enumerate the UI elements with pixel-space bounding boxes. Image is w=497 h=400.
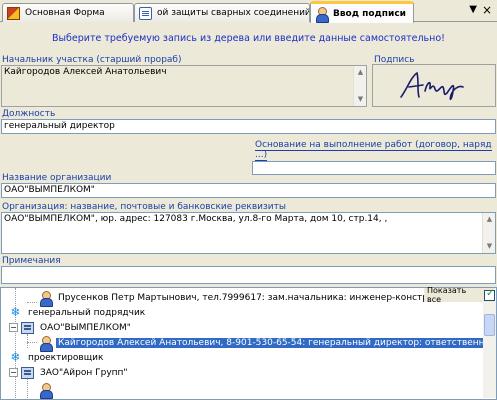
position-input[interactable]: генеральный директор [1, 119, 496, 134]
person-icon [315, 6, 329, 23]
show-all-checkbox[interactable] [484, 288, 495, 301]
position-value: генеральный директор [4, 121, 115, 131]
chief-field[interactable]: Кайгородов Алексей Анатольевич ▲ ▼ [1, 65, 367, 107]
scroll-down-icon[interactable]: ▼ [483, 240, 495, 253]
notes-input[interactable] [1, 266, 496, 284]
tree-scrollbar[interactable] [483, 302, 496, 398]
tab-menu-dropdown-icon[interactable]: ▼ [469, 4, 477, 15]
tab-weld-protection-label: ой защиты сварных соединений ( [157, 8, 310, 18]
tree-line [27, 378, 28, 399]
tree-node-person-selected[interactable]: Кайгородов Алексей Анатольевич, 8-901-53… [39, 335, 496, 352]
instruction-text: Выберите требуемую запись из дерева или … [52, 33, 445, 44]
form-icon [7, 6, 20, 20]
org-name-input[interactable]: ОАО"ВЫМПЕЛКОМ" [1, 183, 496, 198]
org-details-scrollbar[interactable]: ▲ ▼ [482, 213, 495, 253]
tab-signature-input[interactable]: Ввод подписи [310, 1, 414, 23]
org-details-textarea[interactable]: ОАО"ВЫМПЕЛКОМ", юр. адрес: 127083 г.Моск… [1, 212, 496, 254]
document-icon [139, 6, 152, 20]
tree-node-person[interactable] [39, 382, 56, 399]
tree-node-text: генеральный подрядчик [28, 307, 146, 318]
chief-value: Кайгородов Алексей Анатольевич [4, 67, 167, 77]
tree-line [27, 302, 37, 303]
tree-node-category[interactable]: ❄ проектировщик [9, 350, 105, 365]
person-icon [39, 335, 53, 352]
tab-signature-input-label: Ввод подписи [333, 8, 406, 19]
organization-icon [21, 366, 34, 379]
chief-scrollbar[interactable]: ▲ ▼ [353, 66, 366, 106]
person-icon [39, 290, 53, 307]
scroll-up-icon[interactable]: ▲ [354, 66, 366, 79]
tree-node-org[interactable]: − ОАО"ВЫМПЕЛКОМ" [9, 320, 133, 335]
tree-node-text: проектировщик [28, 352, 104, 363]
tree-line [27, 342, 37, 343]
tab-main-form[interactable]: Основная Форма [2, 3, 134, 22]
collapse-icon[interactable]: − [9, 323, 18, 332]
tree-node-person[interactable]: Прусенков Петр Мартынович, тел.7999617: … [39, 290, 441, 307]
tree-node-text: Кайгородов Алексей Анатольевич, 8-901-53… [56, 337, 496, 348]
basis-label: Основание на выполнение работ (договор, … [255, 140, 495, 161]
show-all-control[interactable]: Показать все [424, 286, 495, 304]
tree-node-org[interactable]: − ЗАО"Айрон Групп" [9, 365, 130, 380]
org-tree[interactable]: Прусенков Петр Мартынович, тел.7999617: … [0, 287, 497, 400]
tab-strip: Основная Форма ой защиты сварных соедине… [0, 0, 497, 23]
tree-node-text: Прусенков Петр Мартынович, тел.7999617: … [58, 292, 439, 303]
basis-label-text: Основание на выполнение работ (договор, … [255, 140, 492, 161]
basis-input[interactable] [252, 161, 496, 175]
signature-image[interactable] [372, 64, 496, 107]
person-icon [39, 382, 53, 399]
tree-line [27, 334, 28, 348]
org-name-value: ОАО"ВЫМПЕЛКОМ" [4, 185, 95, 195]
scroll-up-icon[interactable]: ▲ [483, 213, 495, 226]
tab-main-form-label: Основная Форма [25, 8, 105, 18]
collapse-icon[interactable]: − [9, 368, 18, 377]
show-all-label: Показать все [427, 286, 467, 304]
tab-weld-protection[interactable]: ой защиты сварных соединений ( [134, 3, 310, 22]
scroll-down-icon[interactable]: ▼ [354, 93, 366, 106]
signature-drawing [400, 71, 464, 101]
tree-node-text: ОАО"ВЫМПЕЛКОМ" [40, 322, 131, 333]
tree-scrollbar-thumb[interactable] [484, 314, 495, 336]
snowflake-icon: ❄ [10, 350, 21, 364]
tree-node-text: ЗАО"Айрон Групп" [40, 367, 128, 378]
tab-close-icon[interactable]: × [482, 3, 492, 17]
snowflake-icon: ❄ [10, 305, 21, 319]
organization-icon [21, 321, 34, 334]
tree-node-category[interactable]: ❄ генеральный подрядчик [9, 305, 147, 320]
org-details-value: ОАО"ВЫМПЕЛКОМ", юр. адрес: 127083 г.Моск… [4, 214, 388, 224]
